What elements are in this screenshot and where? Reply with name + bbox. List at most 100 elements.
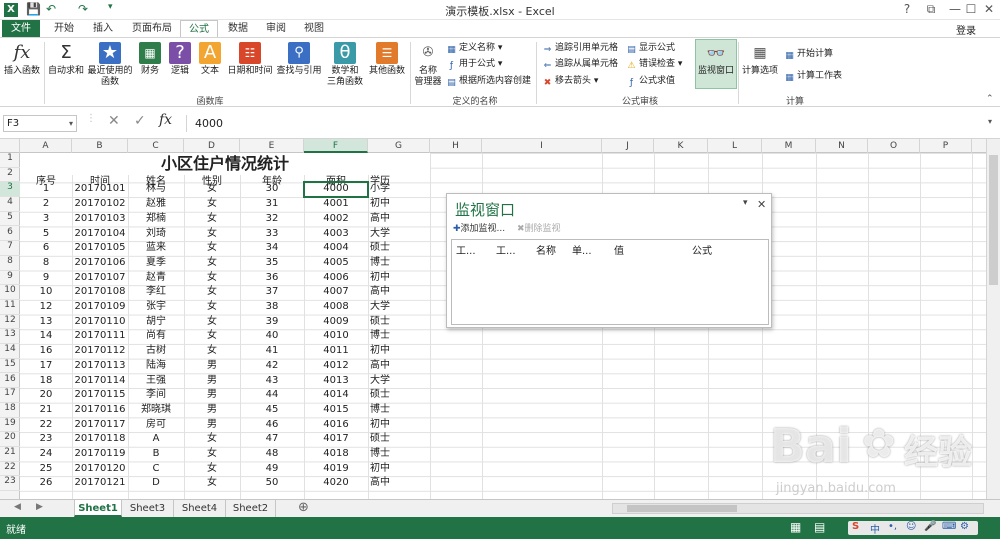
data-cell[interactable]: 20170101 <box>72 182 128 197</box>
data-cell[interactable]: 女 <box>184 447 240 462</box>
data-cell[interactable]: 4003 <box>304 227 368 242</box>
row-header-17[interactable]: 17 <box>0 388 20 403</box>
data-cell[interactable]: 高中 <box>368 285 430 300</box>
data-cell[interactable]: 3 <box>20 212 72 227</box>
data-cell[interactable]: 李红 <box>128 285 184 300</box>
ime-keyboard-icon[interactable]: ⌨ <box>942 521 956 532</box>
data-cell[interactable]: 硕士 <box>368 388 430 403</box>
page-layout-view-icon[interactable]: ▤ <box>814 520 825 534</box>
data-cell[interactable]: 高中 <box>368 476 430 491</box>
calc-now-button[interactable]: ▦ 开始计算 <box>784 48 833 62</box>
sheet-tab-sheet4[interactable]: Sheet4 <box>174 500 226 517</box>
watch-window-close-icon[interactable]: ✕ <box>757 198 766 211</box>
data-cell[interactable]: 4019 <box>304 462 368 477</box>
data-cell[interactable]: 初中 <box>368 344 430 359</box>
watch-list[interactable]: 工... 工... 名称 单... 值 公式 <box>451 239 769 325</box>
data-cell[interactable]: 博士 <box>368 447 430 462</box>
horizontal-scroll-thumb[interactable] <box>627 505 737 512</box>
row-header-8[interactable]: 8 <box>0 256 20 271</box>
sheet-tab-sheet1[interactable]: Sheet1 <box>74 500 122 517</box>
column-header-o[interactable]: O <box>868 139 920 153</box>
row-header-16[interactable]: 16 <box>0 374 20 389</box>
data-cell[interactable]: 4017 <box>304 432 368 447</box>
data-cell[interactable]: C <box>128 462 184 477</box>
data-cell[interactable]: 女 <box>184 241 240 256</box>
data-cell[interactable]: 20170119 <box>72 447 128 462</box>
data-cell[interactable]: 41 <box>240 344 304 359</box>
next-sheet-icon[interactable]: ▶ <box>36 502 43 512</box>
column-header-l[interactable]: L <box>708 139 762 153</box>
data-cell[interactable]: B <box>128 447 184 462</box>
error-check-button[interactable]: ⚠ 错误检查 ▾ <box>626 58 682 72</box>
data-cell[interactable]: 4010 <box>304 329 368 344</box>
watch-col-formula[interactable]: 公式 <box>692 242 712 257</box>
insert-function-icon[interactable]: fx <box>159 112 172 128</box>
data-cell[interactable]: 4005 <box>304 256 368 271</box>
data-cell[interactable]: 14 <box>20 329 72 344</box>
data-cell[interactable]: 陆海 <box>128 359 184 374</box>
data-cell[interactable]: 林与 <box>128 182 184 197</box>
watch-col-workbook[interactable]: 工... <box>456 242 476 257</box>
confirm-entry-icon[interactable]: ✓ <box>134 113 146 129</box>
row-header-21[interactable]: 21 <box>0 447 20 462</box>
data-cell[interactable]: 4013 <box>304 374 368 389</box>
tab-home[interactable]: 开始 <box>48 20 80 37</box>
data-cell[interactable]: 4007 <box>304 285 368 300</box>
sheet-tab-sheet2[interactable]: Sheet2 <box>226 500 276 517</box>
data-cell[interactable]: 20170110 <box>72 315 128 330</box>
data-cell[interactable]: 9 <box>20 271 72 286</box>
tab-insert[interactable]: 插入 <box>86 20 120 37</box>
data-cell[interactable]: 硕士 <box>368 315 430 330</box>
data-cell[interactable]: 18 <box>20 374 72 389</box>
autosum-button[interactable]: Σ 自动求和 <box>46 42 86 77</box>
data-cell[interactable]: 王强 <box>128 374 184 389</box>
name-manager-button[interactable]: ✇ 名称 管理器 <box>412 42 444 88</box>
data-cell[interactable]: 大学 <box>368 227 430 242</box>
column-header-j[interactable]: J <box>602 139 654 153</box>
row-header-15[interactable]: 15 <box>0 359 20 374</box>
data-cell[interactable]: 房可 <box>128 418 184 433</box>
finance-button[interactable]: ▦ 财务 <box>136 42 164 77</box>
data-cell[interactable]: 42 <box>240 359 304 374</box>
data-cell[interactable]: 女 <box>184 344 240 359</box>
text-button[interactable]: A 文本 <box>196 42 224 77</box>
name-box-dropdown-icon[interactable]: ▾ <box>69 116 73 131</box>
data-cell[interactable]: 4016 <box>304 418 368 433</box>
data-cell[interactable]: 21 <box>20 403 72 418</box>
data-cell[interactable]: 女 <box>184 476 240 491</box>
vertical-scroll-thumb[interactable] <box>989 155 998 285</box>
data-cell[interactable]: 25 <box>20 462 72 477</box>
data-cell[interactable]: 20170118 <box>72 432 128 447</box>
data-cell[interactable]: 女 <box>184 227 240 242</box>
data-cell[interactable]: 男 <box>184 359 240 374</box>
data-cell[interactable]: 初中 <box>368 418 430 433</box>
data-cell[interactable]: 32 <box>240 212 304 227</box>
recent-functions-button[interactable]: ★ 最近使用的 函数 <box>86 42 134 88</box>
calc-sheet-button[interactable]: ▦ 计算工作表 <box>784 70 842 84</box>
use-in-formula-button[interactable]: ƒ 用于公式 ▾ <box>446 58 503 72</box>
data-cell[interactable]: 10 <box>20 285 72 300</box>
horizontal-scrollbar[interactable] <box>612 503 984 514</box>
data-cell[interactable]: 4004 <box>304 241 368 256</box>
data-cell[interactable]: 硕士 <box>368 432 430 447</box>
data-cell[interactable]: 李间 <box>128 388 184 403</box>
data-cell[interactable]: 女 <box>184 315 240 330</box>
column-header-a[interactable]: A <box>20 139 72 153</box>
data-cell[interactable]: 4014 <box>304 388 368 403</box>
ime-mode-icon[interactable]: 中 <box>870 521 880 536</box>
prev-sheet-icon[interactable]: ◀ <box>14 502 21 512</box>
data-cell[interactable]: 37 <box>240 285 304 300</box>
data-cell[interactable]: 刘琦 <box>128 227 184 242</box>
ime-settings-icon[interactable]: ⚙ <box>960 521 969 532</box>
calc-options-button[interactable]: ▦ 计算选项 <box>740 42 780 77</box>
column-header-p[interactable]: P <box>920 139 972 153</box>
data-cell[interactable]: 女 <box>184 256 240 271</box>
trace-precedents-button[interactable]: ⇒ 追踪引用单元格 <box>542 42 618 56</box>
data-cell[interactable]: 20170107 <box>72 271 128 286</box>
data-cell[interactable]: 36 <box>240 271 304 286</box>
ime-toolbar[interactable]: S 中 •, ☺ 🎤 ⌨ ⚙ <box>848 521 978 536</box>
tab-review[interactable]: 审阅 <box>260 20 292 37</box>
watch-window-menu-icon[interactable]: ▾ <box>743 198 748 208</box>
data-cell[interactable]: 尚有 <box>128 329 184 344</box>
help-icon[interactable]: ? <box>896 2 918 16</box>
